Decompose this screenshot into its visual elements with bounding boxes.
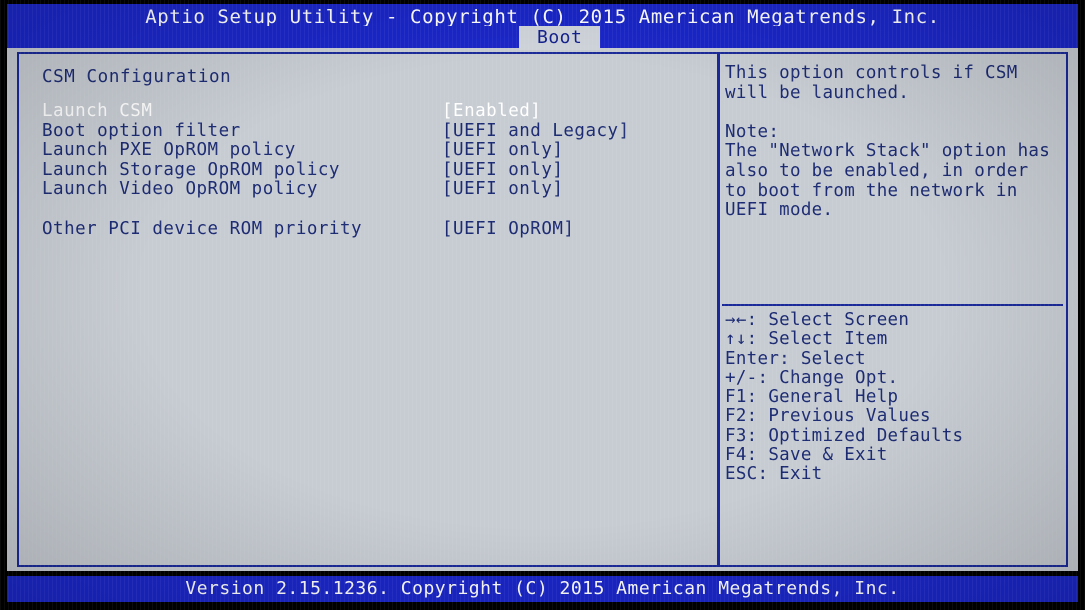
key-legend-item: +/-: Change Opt.: [725, 367, 899, 388]
option-row[interactable]: Launch PXE OpROM policy [UEFI only]: [42, 141, 717, 161]
key-legend-item: ↑↓: Select Item: [725, 329, 888, 350]
key-legend-item: →←: Select Screen: [725, 310, 910, 330]
option-value[interactable]: [UEFI and Legacy]: [442, 121, 630, 142]
help-line: will be launched.: [725, 82, 910, 103]
key-legend: →←: Select Screen ↑↓: Select Item Enter: S…: [722, 310, 1070, 485]
option-value[interactable]: [UEFI only]: [442, 141, 563, 161]
option-row[interactable]: Launch CSM [Enabled]: [42, 101, 717, 122]
option-row[interactable]: Boot option filter [UEFI and Legacy]: [42, 120, 717, 142]
option-row[interactable]: Launch Video OpROM policy [UEFI only]: [42, 180, 717, 200]
help-line: also to be enabled, in order: [725, 160, 1029, 181]
version-footer: Version 2.15.1236. Copyright (C) 2015 Am…: [7, 576, 1078, 602]
option-label: Launch CSM: [42, 101, 153, 121]
page-title: CSM Configuration: [42, 67, 232, 87]
help-text: This option controls if CSM will be launc…: [725, 63, 1064, 221]
option-value[interactable]: [UEFI only]: [442, 180, 563, 200]
option-value[interactable]: [Enabled]: [442, 101, 541, 122]
key-legend-item: ESC: Exit: [725, 464, 823, 485]
option-label: Other PCI device ROM priority: [42, 218, 363, 239]
settings-pane: CSM Configuration Launch CSM [Enabled] Boo…: [21, 56, 717, 563]
key-legend-item: F1: General Help: [725, 387, 899, 408]
help-line: The "Network Stack" option has: [725, 141, 1051, 162]
key-legend-item: F3: Optimized Defaults: [725, 425, 964, 446]
option-label: Launch PXE OpROM policy: [42, 140, 296, 161]
pane-divider: [717, 54, 720, 565]
option-row[interactable]: Other PCI device ROM priority [UEFI OpROM…: [42, 218, 717, 240]
key-legend-item: F2: Previous Values: [725, 406, 931, 427]
help-separator: [722, 304, 1063, 306]
key-legend-item: Enter: Select: [725, 348, 866, 369]
bios-screen: Aptio Setup Utility - Copyright (C) 2015…: [0, 0, 1085, 610]
help-line: to boot from the network in: [725, 180, 1018, 201]
option-label: Launch Video OpROM policy: [42, 179, 318, 200]
option-label: Launch Storage OpROM policy: [42, 159, 340, 180]
option-row[interactable]: Launch Storage OpROM policy [UEFI only]: [42, 159, 717, 181]
option-value[interactable]: [UEFI only]: [442, 160, 563, 181]
help-line-blank: [725, 103, 1064, 123]
key-legend-item: F4: Save & Exit: [725, 445, 888, 466]
tab-boot[interactable]: Boot: [519, 26, 601, 50]
help-line: UEFI mode.: [725, 200, 834, 221]
help-line: This option controls if CSM: [725, 63, 1018, 83]
options-list: Launch CSM [Enabled] Boot option filter [UE…: [42, 101, 717, 240]
option-value[interactable]: [UEFI OpROM]: [442, 219, 574, 240]
option-label: Boot option filter: [42, 120, 241, 141]
option-spacer: [42, 200, 717, 220]
help-line: Note:: [725, 121, 780, 142]
